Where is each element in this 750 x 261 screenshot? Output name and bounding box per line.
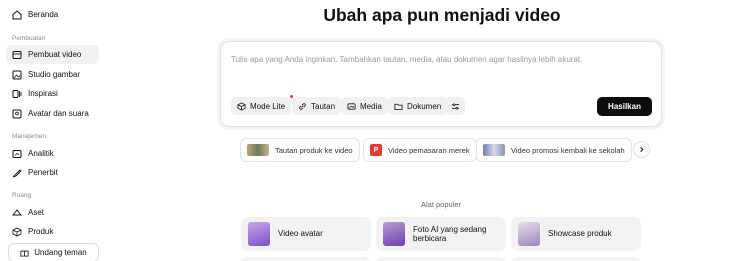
media-icon: [347, 102, 356, 110]
thumbnail-image: [247, 144, 269, 156]
invite-friends-button[interactable]: Undang teman: [8, 243, 99, 261]
section-label-management: Manajemen: [12, 133, 46, 140]
popular-tool-card-partial: [376, 257, 506, 261]
prompt-input[interactable]: Tulis apa yang Anda inginkan. Tambahkan …: [231, 55, 582, 64]
sidebar-item-home[interactable]: Beranda: [6, 5, 99, 24]
sidebar-item-image-studio[interactable]: Studio gambar: [6, 65, 99, 84]
suggestion-chip[interactable]: Tautan produk ke video: [240, 138, 360, 162]
prompt-box[interactable]: Tulis apa yang Anda inginkan. Tambahkan …: [220, 41, 662, 127]
sidebar-item-products[interactable]: Produk: [6, 222, 99, 241]
suggestion-label: Video promosi kembali ke sekolah: [511, 145, 625, 155]
sidebar-item-label: Beranda: [28, 10, 59, 19]
sidebar-item-label: Pembuat video: [28, 50, 82, 59]
link-label: Tautan: [311, 101, 336, 111]
sidebar-item-label: Penerbit: [28, 168, 58, 177]
mode-lite-button[interactable]: Mode Lite: [231, 95, 294, 115]
suggestion-chip[interactable]: P Video pemasaran merek: [363, 138, 477, 162]
tool-thumbnail-image: [518, 222, 540, 246]
avatar-icon: [12, 109, 22, 118]
settings-button[interactable]: [445, 97, 465, 115]
popular-tool-card[interactable]: Showcase produk: [511, 217, 641, 251]
tool-thumbnail-image: [383, 222, 405, 246]
link-icon: [299, 102, 306, 110]
popular-tool-card-partial: [511, 257, 641, 261]
generate-button[interactable]: Hasilkan: [597, 97, 652, 116]
sidebar-item-label: Avatar dan suara: [28, 109, 89, 118]
tool-card-label: Video avatar: [278, 229, 323, 239]
suggestion-label: Tautan produk ke video: [275, 145, 353, 155]
sidebar-item-label: Produk: [28, 227, 54, 236]
tool-card-label: Showcase produk: [548, 229, 612, 239]
popular-tools-heading: Alat populer: [420, 200, 462, 209]
document-label: Dokumen: [407, 101, 442, 111]
sidebar-item-video-maker[interactable]: Pembuat video: [6, 45, 99, 64]
link-button[interactable]: Tautan: [292, 97, 342, 115]
product-icon: [12, 227, 22, 236]
mode-lite-label: Mode Lite: [250, 101, 286, 111]
tool-thumbnail-image: [248, 222, 270, 246]
document-button[interactable]: Dokumen: [388, 97, 448, 115]
chevron-right-icon: [640, 146, 644, 153]
tool-card-label: Foto AI yang sedang berbicara: [413, 224, 487, 244]
sidebar-item-avatar-voice[interactable]: Avatar dan suara: [6, 104, 99, 123]
cube-icon: [237, 101, 246, 111]
brand-badge-icon: P: [370, 144, 382, 156]
popular-tool-card[interactable]: Foto AI yang sedang berbicara: [376, 217, 506, 251]
suggestions-next-button[interactable]: [633, 141, 650, 158]
sliders-icon: [451, 102, 459, 110]
publisher-icon: [12, 168, 22, 177]
media-button[interactable]: Media: [341, 97, 388, 115]
sidebar-item-label: Analitik: [28, 149, 54, 158]
analytics-icon: [12, 149, 22, 158]
sidebar-item-analytics[interactable]: Analitik: [6, 144, 99, 163]
sidebar-item-inspiration[interactable]: Inspirasi: [6, 84, 99, 103]
suggestion-chip[interactable]: Video promosi kembali ke sekolah: [476, 138, 632, 162]
sidebar-item-label: Studio gambar: [28, 70, 81, 79]
home-icon: [12, 9, 22, 19]
thumbnail-image: [483, 144, 505, 156]
sidebar-item-label: Inspirasi: [28, 89, 58, 98]
assets-icon: [12, 208, 22, 215]
image-icon: [12, 70, 22, 79]
sidebar: Beranda Pembuatan Pembuat video Studio g…: [0, 0, 108, 261]
invite-label: Undang teman: [34, 248, 87, 257]
suggestion-label: Video pemasaran merek: [388, 145, 470, 155]
folder-icon: [394, 103, 403, 110]
popular-tool-card-partial: [241, 257, 371, 261]
media-label: Media: [360, 101, 382, 111]
sidebar-item-label: Aset: [28, 208, 45, 217]
section-label-create: Pembuatan: [12, 35, 46, 42]
page-title: Ubah apa pun menjadi video: [323, 5, 561, 25]
sidebar-item-publisher[interactable]: Penerbit: [6, 163, 99, 182]
popular-tool-card[interactable]: Video avatar: [241, 217, 371, 251]
inspiration-icon: [12, 89, 22, 98]
video-icon: [12, 50, 22, 59]
gift-icon: [20, 250, 29, 257]
section-label-space: Ruang: [12, 192, 32, 199]
sidebar-item-assets[interactable]: Aset: [6, 203, 99, 222]
